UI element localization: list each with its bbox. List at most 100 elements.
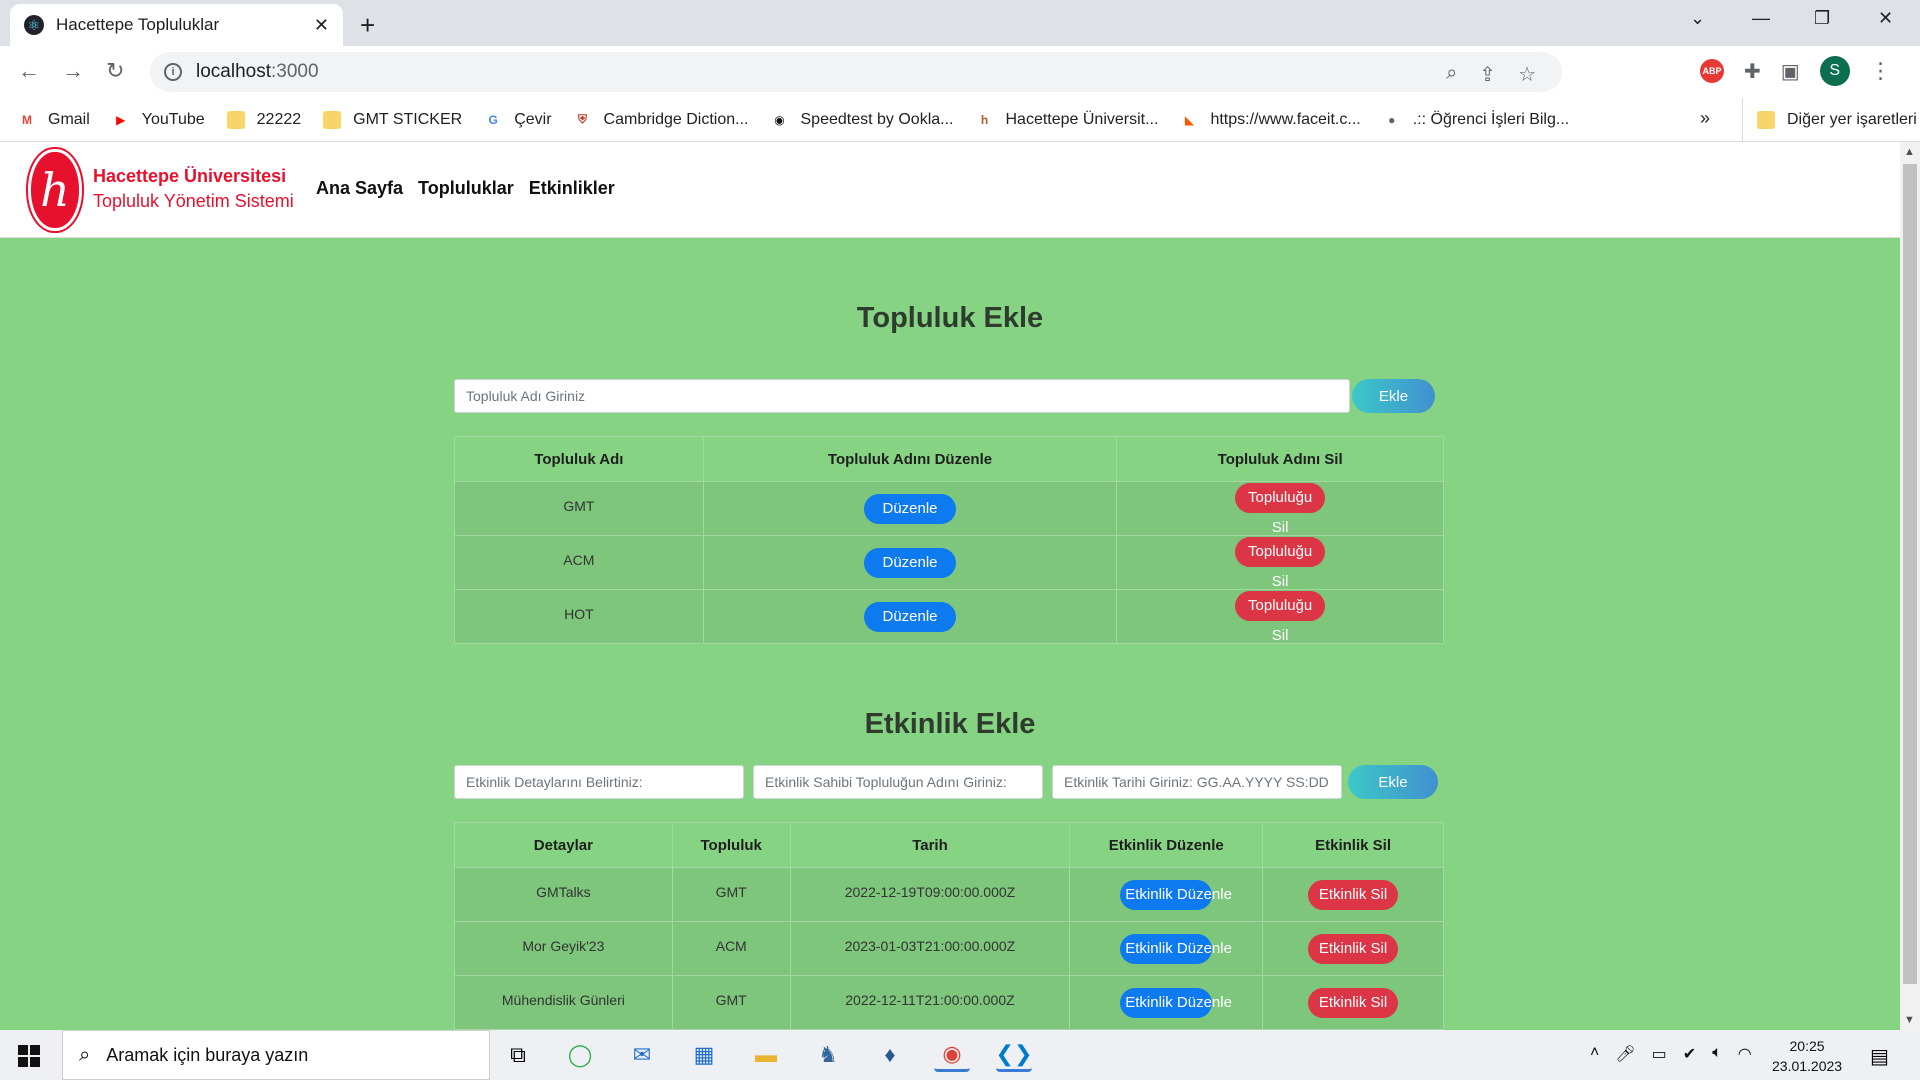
windows-start-icon[interactable] (18, 1045, 40, 1067)
edit-event-label: Etkinlik Düzen (1125, 939, 1221, 957)
page-scrollbar[interactable]: ▲ ▼ (1900, 142, 1920, 1030)
bookmarks-overflow-button[interactable]: » (1700, 108, 1710, 129)
delete-event-button[interactable]: Etkinlik Sil (1308, 933, 1399, 964)
hacettepe-icon: h (980, 112, 989, 127)
event-community-cell: ACM (671, 921, 791, 976)
bookmark-item[interactable]: ◉ Speedtest by Ookla... (771, 111, 953, 129)
edit-event-button[interactable]: Etkinlik Düzenle (1120, 879, 1232, 910)
app-circle-icon[interactable]: ◯ (562, 1038, 598, 1072)
new-tab-button[interactable]: + (360, 10, 375, 41)
speedtest-icon: ◉ (774, 112, 785, 127)
delete-event-button[interactable]: Etkinlik Sil (1308, 987, 1399, 1018)
security-icon[interactable]: ✔ (1683, 1044, 1696, 1064)
chrome-icon[interactable]: ◉ (934, 1038, 970, 1072)
edit-event-label: Etkinlik Düzen (1125, 993, 1221, 1011)
edit-community-button[interactable]: Düzenle (864, 601, 957, 632)
bookmark-label: GMT STICKER (353, 110, 463, 128)
extensions-icon[interactable]: ✚ (1744, 59, 1761, 84)
gmail-icon: M (22, 112, 32, 127)
delete-community-button[interactable]: Topluluğu Sil (1235, 590, 1326, 644)
bookmark-label: .:: Öğrenci İşleri Bilg... (1412, 110, 1570, 128)
site-info-icon[interactable]: i (164, 63, 182, 81)
postgresql-icon[interactable]: ♞ (810, 1038, 846, 1072)
volume-icon[interactable]: 🔈︎ (1712, 1044, 1722, 1064)
zoom-icon[interactable]: ⌕ (1446, 62, 1457, 87)
bookmark-item[interactable]: GMT STICKER (323, 110, 463, 129)
hacettepe-logo[interactable]: h (28, 149, 82, 231)
folder-icon (323, 110, 342, 129)
other-bookmarks-folder[interactable]: Diğer yer işaretleri (1742, 98, 1917, 142)
restore-icon[interactable]: ❐ (1814, 8, 1830, 29)
share-icon[interactable]: ⇪ (1479, 62, 1496, 87)
browser-toolbar: ← → ↻ i localhost:3000 ⌕ ⇪ ☆ (0, 46, 1920, 98)
window-close-icon[interactable]: ✕ (1878, 8, 1893, 29)
close-tab-icon[interactable]: ✕ (314, 15, 329, 36)
folder-icon (226, 110, 245, 129)
event-owner-input[interactable] (753, 765, 1043, 799)
taskbar-search-box[interactable]: ⌕ Aramak için buraya yazın (62, 1030, 490, 1080)
clock-date: 23.01.2023 (1772, 1058, 1843, 1074)
cambridge-icon: ⛨ (578, 112, 588, 126)
system-tray: ˄ 🎤︎ ▭ ✔ 🔈︎ ◠ (1590, 1044, 1752, 1064)
bookmark-star-icon[interactable]: ☆ (1518, 62, 1536, 87)
pgadmin-icon[interactable]: ♦ (872, 1038, 908, 1072)
add-event-button[interactable]: Ekle (1348, 765, 1438, 799)
back-icon[interactable]: ← (18, 58, 40, 84)
delete-community-button[interactable]: Topluluğu Sil (1235, 536, 1326, 590)
wifi-icon[interactable]: ◠ (1738, 1044, 1752, 1064)
edit-event-button[interactable]: Etkinlik Düzenle (1120, 933, 1232, 964)
notification-icon[interactable]: ▤ (1870, 1044, 1889, 1069)
event-detail-input[interactable] (454, 765, 744, 799)
store-icon[interactable]: ▦ (686, 1038, 722, 1072)
reload-icon[interactable]: ↻ (106, 58, 124, 84)
browser-menu-icon[interactable]: ⋮ (1870, 58, 1892, 84)
bookmark-item[interactable]: ◣ https://www.faceit.c... (1180, 110, 1361, 129)
tray-overflow-icon[interactable]: ˄ (1590, 1044, 1599, 1064)
bookmark-item[interactable]: h Hacettepe Üniversit... (975, 111, 1159, 129)
edit-community-button[interactable]: Düzenle (864, 493, 957, 524)
task-view-icon[interactable]: ⧉ (500, 1038, 536, 1072)
profile-avatar[interactable]: S (1819, 56, 1850, 86)
scrollbar-thumb[interactable] (1903, 164, 1917, 984)
browser-tab[interactable]: ⚛ Hacettepe Topluluklar ✕ (10, 4, 343, 46)
search-icon: ⌕ (79, 1043, 91, 1066)
edit-event-button[interactable]: Etkinlik Düzenle (1120, 987, 1232, 1018)
col-event-edit: Etkinlik Düzenle (1069, 822, 1264, 868)
nav-events[interactable]: Etkinlikler (529, 178, 615, 199)
battery-icon[interactable]: ▭ (1652, 1044, 1667, 1064)
event-date-input[interactable] (1052, 765, 1342, 799)
adblock-plus-icon[interactable]: ABP (1700, 59, 1724, 83)
taskbar-clock[interactable]: 20:25 23.01.2023 (1772, 1036, 1842, 1076)
vscode-icon[interactable]: ❮❯ (996, 1038, 1032, 1072)
brand[interactable]: Hacettepe Üniversitesi Topluluk Yönetim … (93, 166, 294, 212)
bookmark-item[interactable]: ⛨ Cambridge Diction... (574, 111, 748, 129)
bookmark-label: https://www.faceit.c... (1210, 110, 1361, 128)
add-community-button[interactable]: Ekle (1352, 379, 1435, 413)
microphone-icon[interactable]: 🎤︎ (1615, 1044, 1635, 1064)
scroll-down-icon[interactable]: ▼ (1904, 1014, 1915, 1026)
event-date-cell: 2022-12-19T09:00:00.000Z (789, 867, 1071, 922)
nav-home[interactable]: Ana Sayfa (316, 178, 403, 199)
nav-communities[interactable]: Topluluklar (418, 178, 514, 199)
side-panel-icon[interactable]: ▣ (1781, 59, 1800, 84)
tab-search-icon[interactable]: ⌄ (1690, 8, 1705, 29)
edit-community-button[interactable]: Düzenle (864, 547, 957, 578)
community-name-input[interactable] (454, 379, 1350, 413)
bookmark-label: 22222 (256, 110, 302, 128)
minimize-icon[interactable]: — (1752, 8, 1770, 29)
delete-event-button[interactable]: Etkinlik Sil (1308, 879, 1399, 910)
event-date-cell: 2022-12-11T21:00:00.000Z (789, 975, 1071, 1030)
mail-icon[interactable]: ✉ (624, 1038, 660, 1072)
scroll-up-icon[interactable]: ▲ (1904, 146, 1915, 158)
event-detail-cell: Mühendislik Günleri (454, 975, 673, 1030)
address-bar[interactable]: i localhost:3000 ⌕ ⇪ ☆ (150, 52, 1562, 92)
bookmark-item[interactable]: ● .:: Öğrenci İşleri Bilg... (1383, 110, 1570, 129)
tab-title: Hacettepe Topluluklar (56, 15, 220, 34)
bookmark-item[interactable]: ▶ YouTube (112, 111, 205, 129)
bookmark-item[interactable]: M Gmail (18, 111, 90, 129)
delete-community-button[interactable]: Topluluğu Sil (1235, 482, 1326, 536)
bookmark-item[interactable]: 22222 (226, 110, 302, 129)
forward-icon[interactable]: → (62, 58, 84, 84)
file-explorer-icon[interactable]: ▬ (748, 1038, 784, 1072)
bookmark-item[interactable]: G Çevir (484, 111, 552, 129)
